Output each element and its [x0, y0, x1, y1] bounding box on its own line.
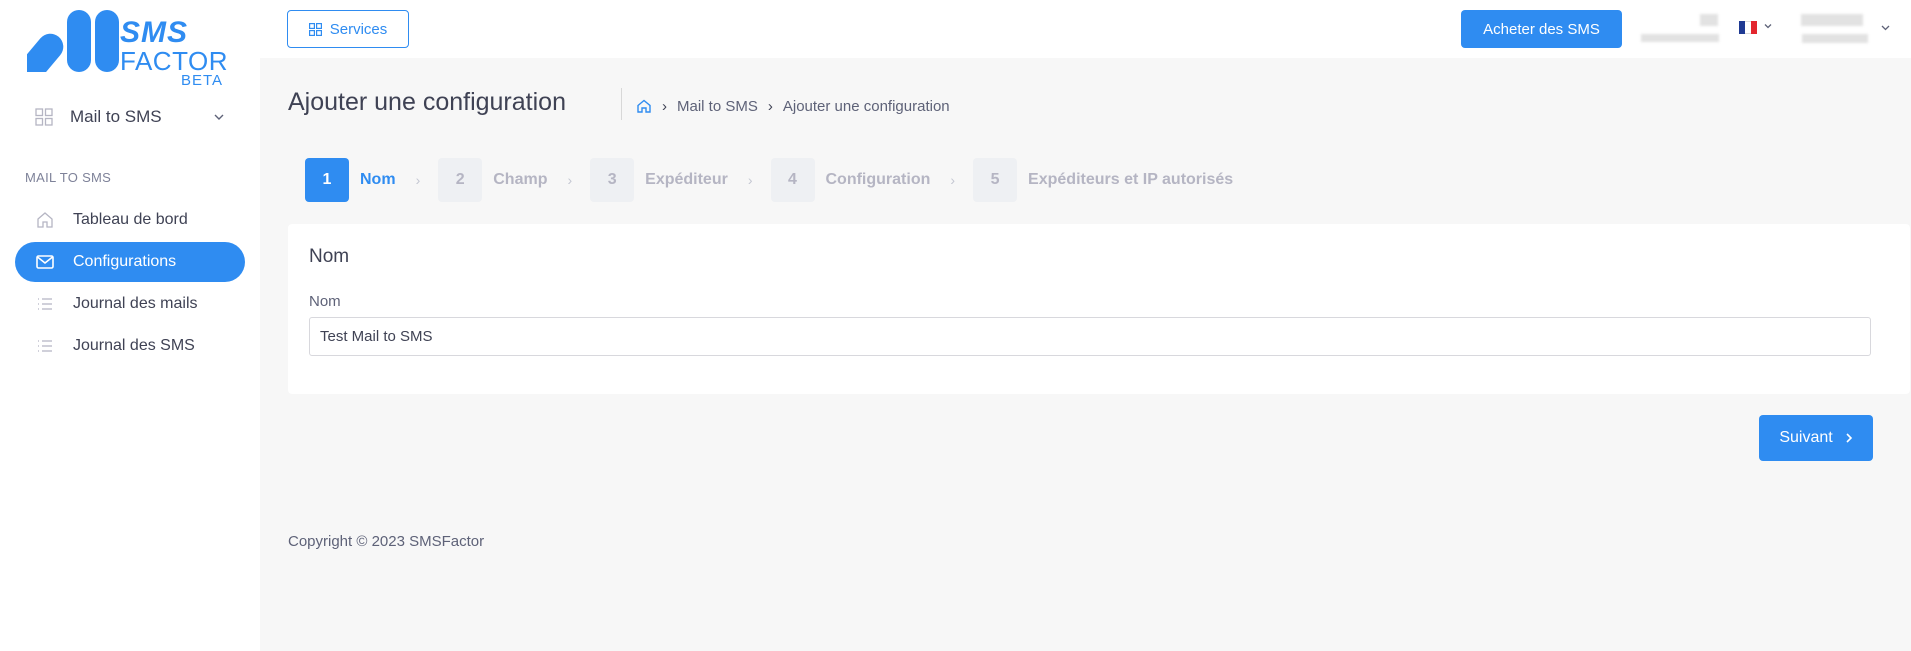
wizard-stepper: 1 Nom › 2 Champ › 3 Expéditeur › 4 Confi…: [305, 158, 1233, 202]
list-icon: [35, 294, 55, 314]
services-button-label: Services: [329, 20, 388, 38]
sidebar: SMS FACTOR BETA Mail to SMS MAIL TO SMS …: [0, 0, 260, 651]
module-selector[interactable]: Mail to SMS: [35, 100, 235, 134]
main-content: Ajouter une configuration › Mail to SMS …: [260, 58, 1911, 651]
title-divider: [621, 88, 622, 120]
sidebar-item-journal-des-sms[interactable]: Journal des SMS: [15, 326, 245, 366]
home-icon: [35, 210, 55, 230]
logo-mark-icon: [27, 10, 119, 72]
brand-logo[interactable]: SMS FACTOR BETA: [27, 10, 227, 90]
breadcrumb-separator: ›: [767, 97, 773, 115]
grid-icon: [308, 22, 322, 36]
beta-badge: BETA: [181, 72, 224, 89]
sidebar-section-title: MAIL TO SMS: [25, 170, 112, 185]
name-form-card: Nom Nom: [288, 224, 1910, 394]
app-root: SMS FACTOR BETA Mail to SMS MAIL TO SMS …: [0, 0, 1911, 651]
step-expediteurs-ip[interactable]: 5 Expéditeurs et IP autorisés: [973, 158, 1233, 202]
step-configuration[interactable]: 4 Configuration: [770, 158, 931, 202]
breadcrumb: › Mail to SMS › Ajouter une configuratio…: [636, 93, 950, 119]
card-title: Nom: [309, 246, 350, 267]
sidebar-nav: Tableau de bord Configurations Journal d…: [15, 200, 245, 368]
sidebar-item-label: Journal des mails: [73, 295, 198, 312]
services-button[interactable]: Services: [287, 10, 409, 48]
breadcrumb-current: Ajouter une configuration: [782, 97, 950, 115]
logo-line-sms: SMS: [120, 16, 189, 49]
chevron-right-icon: ›: [950, 172, 956, 188]
redacted-username-top: [1801, 14, 1863, 26]
step-number: 1: [305, 158, 349, 202]
chevron-right-icon: ›: [567, 172, 573, 188]
module-selector-label: Mail to SMS: [70, 107, 162, 126]
next-button-label: Suivant: [1779, 429, 1833, 446]
logo-line-factor: FACTOR: [120, 46, 228, 76]
step-label: Expéditeur: [645, 171, 728, 188]
chevron-down-icon[interactable]: [1880, 22, 1891, 33]
page-title: Ajouter une configuration: [288, 88, 566, 116]
step-label: Champ: [493, 171, 548, 188]
logo-text: SMS FACTOR: [120, 16, 228, 76]
redacted-balance-top: [1700, 14, 1718, 26]
sidebar-item-configurations[interactable]: Configurations: [15, 242, 245, 282]
step-number: 2: [438, 158, 483, 202]
sidebar-item-label: Tableau de bord: [73, 211, 188, 228]
flag-fr-icon[interactable]: [1739, 21, 1757, 34]
topbar: Services Acheter des SMS: [260, 0, 1911, 58]
step-label: Configuration: [825, 171, 931, 188]
sidebar-item-label: Configurations: [73, 253, 177, 270]
redacted-username-bottom: [1802, 34, 1868, 43]
sidebar-item-tableau-de-bord[interactable]: Tableau de bord: [15, 200, 245, 240]
step-nom[interactable]: 1 Nom: [305, 158, 396, 202]
chevron-down-icon[interactable]: [1763, 21, 1773, 31]
step-label: Nom: [360, 171, 396, 188]
step-number: 3: [590, 158, 635, 202]
step-champ[interactable]: 2 Champ: [438, 158, 547, 202]
step-expediteur[interactable]: 3 Expéditeur: [590, 158, 728, 202]
name-field-label: Nom: [309, 293, 341, 310]
chevron-right-icon: [1846, 433, 1852, 443]
redacted-balance-bottom: [1641, 34, 1719, 42]
chevron-right-icon: ›: [415, 172, 421, 188]
next-button[interactable]: Suivant: [1759, 415, 1873, 461]
footer-copyright: Copyright © 2023 SMSFactor: [288, 533, 485, 550]
step-number: 4: [770, 158, 815, 202]
sidebar-item-label: Journal des SMS: [73, 337, 195, 354]
breadcrumb-mail-to-sms[interactable]: Mail to SMS: [677, 98, 758, 115]
chevron-down-icon: [214, 114, 224, 120]
breadcrumb-separator: ›: [662, 97, 667, 115]
step-label: Expéditeurs et IP autorisés: [1028, 171, 1234, 188]
name-input[interactable]: [309, 317, 1871, 356]
mail-icon: [35, 252, 55, 272]
chevron-right-icon: ›: [747, 172, 753, 188]
home-icon[interactable]: [636, 98, 652, 114]
sidebar-item-journal-des-mails[interactable]: Journal des mails: [15, 284, 245, 324]
buy-sms-button[interactable]: Acheter des SMS: [1461, 10, 1622, 48]
step-number: 5: [973, 158, 1018, 202]
list-icon: [35, 336, 55, 356]
grid-icon: [35, 108, 53, 126]
